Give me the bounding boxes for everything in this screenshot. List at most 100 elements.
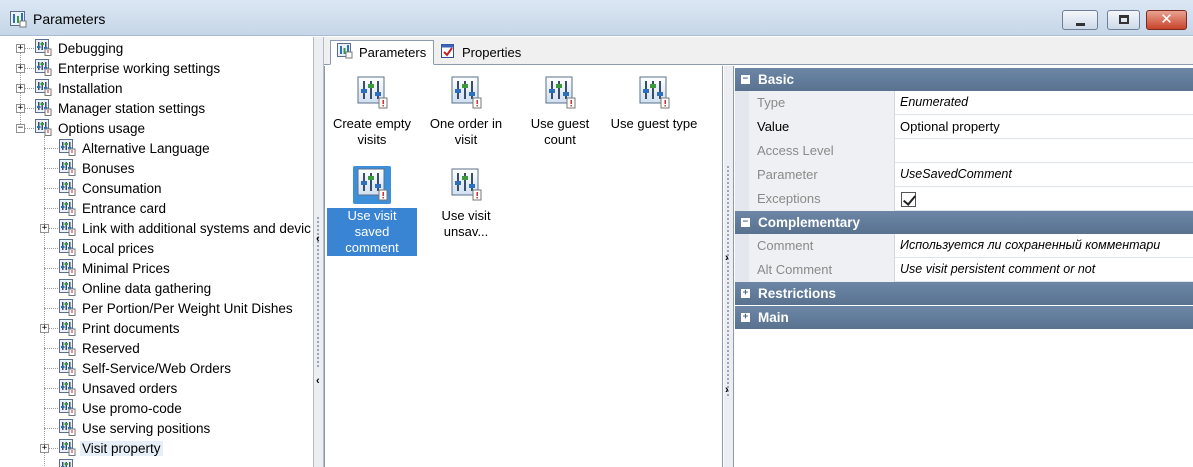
expand-icon[interactable]: + bbox=[16, 64, 25, 73]
tree-item[interactable]: Options usage bbox=[34, 118, 147, 138]
expand-icon[interactable]: + bbox=[741, 289, 750, 298]
category-main[interactable]: + Main bbox=[735, 306, 1193, 329]
tree-item-label: Options usage bbox=[58, 120, 146, 136]
property-row-exceptions[interactable]: Exceptions bbox=[735, 187, 1193, 211]
parameter-item[interactable]: One order in visit bbox=[421, 74, 511, 148]
tree-item-label: Print documents bbox=[82, 320, 180, 336]
property-row-access-level[interactable]: Access Level bbox=[735, 139, 1193, 163]
collapse-left-arrow-icon-2[interactable]: ‹ bbox=[316, 375, 320, 387]
tree-item-label: Self-Service/Web Orders bbox=[82, 360, 232, 376]
tree-item-label: Debugging bbox=[58, 40, 124, 56]
tab-parameters-label: Parameters bbox=[359, 45, 427, 60]
exceptions-checkbox[interactable] bbox=[901, 192, 916, 207]
tree-item[interactable]: Entrance card bbox=[58, 198, 168, 218]
tree-item[interactable]: Print documents bbox=[58, 318, 182, 338]
property-name: Comment bbox=[749, 234, 895, 258]
collapse-icon[interactable]: − bbox=[16, 124, 25, 133]
parameter-group-icon bbox=[58, 298, 76, 319]
property-row-type[interactable]: Type Enumerated bbox=[735, 91, 1193, 115]
parameter-group-icon bbox=[58, 198, 76, 219]
property-value-input[interactable]: Optional property bbox=[896, 115, 1193, 139]
parameter-group-icon bbox=[58, 138, 76, 159]
category-basic[interactable]: − Basic bbox=[735, 68, 1193, 91]
tree-item[interactable]: Reserved bbox=[58, 338, 142, 358]
parameter-item[interactable]: Use visit unsav... bbox=[421, 166, 511, 240]
expand-icon[interactable]: + bbox=[40, 444, 49, 453]
parameter-group-icon bbox=[58, 158, 76, 179]
tree-item[interactable]: Per Portion/Per Weight Unit Dishes bbox=[58, 298, 295, 318]
parameter-group-icon bbox=[58, 438, 76, 459]
parameter-item[interactable]: Create empty visits bbox=[327, 74, 417, 148]
tree-item-label: Visit property bbox=[80, 440, 163, 456]
collapse-left-arrow-icon[interactable]: ‹ bbox=[316, 233, 320, 245]
property-row-parameter[interactable]: Parameter UseSavedComment bbox=[735, 163, 1193, 187]
parameter-group-icon bbox=[58, 338, 76, 359]
tree-item[interactable]: Installation bbox=[34, 78, 125, 98]
maximize-button[interactable] bbox=[1107, 10, 1140, 30]
parameter-item-label: Use visit unsav... bbox=[441, 208, 491, 239]
expand-right-arrow-icon-2[interactable]: › bbox=[725, 384, 729, 396]
parameter-group-icon bbox=[34, 98, 52, 119]
parameter-item[interactable]: Use visit saved comment bbox=[327, 166, 417, 256]
expand-icon[interactable]: + bbox=[16, 104, 25, 113]
property-name: Exceptions bbox=[749, 187, 895, 211]
splitter-grip-2 bbox=[727, 166, 729, 396]
tree-item[interactable]: Enterprise working settings bbox=[34, 58, 222, 78]
parameter-item[interactable]: Use guest count bbox=[515, 74, 605, 148]
parameter-item-label: Use guest type bbox=[610, 116, 698, 131]
category-complementary[interactable]: − Complementary bbox=[735, 211, 1193, 234]
tree-item[interactable]: Visit property bbox=[58, 438, 163, 458]
tab-parameters[interactable]: Parameters bbox=[330, 40, 434, 65]
tree-item[interactable]: Manager station settings bbox=[34, 98, 207, 118]
expand-icon[interactable]: + bbox=[16, 84, 25, 93]
tab-properties-label: Properties bbox=[462, 45, 522, 60]
parameter-item-label: Use guest count bbox=[530, 116, 590, 147]
parameters-tab-icon bbox=[337, 43, 353, 62]
parameters-list[interactable]: Create empty visits One order in visit Use… bbox=[324, 66, 723, 467]
category-restrictions-label: Restrictions bbox=[758, 286, 837, 301]
property-name: Value bbox=[749, 115, 895, 139]
expand-icon[interactable]: + bbox=[741, 313, 750, 322]
tree-item[interactable]: Unsaved orders bbox=[58, 378, 179, 398]
expand-right-arrow-icon[interactable]: › bbox=[725, 252, 729, 264]
title-bar: Parameters ✕ bbox=[0, 0, 1193, 36]
parameter-group-icon bbox=[58, 278, 76, 299]
tree-item[interactable]: Local prices bbox=[58, 238, 156, 258]
tab-properties[interactable]: Properties bbox=[438, 40, 538, 65]
tree-item[interactable]: Use serving positions bbox=[58, 418, 212, 438]
tree-item[interactable]: Debugging bbox=[34, 38, 125, 58]
property-grid[interactable]: − Basic Type Enumerated Value Optional p… bbox=[735, 66, 1193, 467]
tree-item[interactable]: Consumation bbox=[58, 178, 164, 198]
parameter-item[interactable]: Use guest type bbox=[609, 74, 699, 132]
tree-item[interactable]: Minimal Prices bbox=[58, 258, 172, 278]
tree-item[interactable]: Use promo-code bbox=[58, 398, 184, 418]
tree-item-label: Online data gathering bbox=[82, 280, 212, 296]
collapse-icon[interactable]: − bbox=[741, 75, 750, 84]
minimize-button[interactable] bbox=[1062, 10, 1098, 30]
tree-item[interactable]: Alternative Language bbox=[58, 138, 212, 158]
tree-item[interactable]: Link with additional systems and devic bbox=[58, 218, 313, 238]
property-value: Enumerated bbox=[900, 95, 969, 109]
parameter-group-icon bbox=[34, 78, 52, 99]
close-button[interactable]: ✕ bbox=[1146, 10, 1187, 30]
property-row-value[interactable]: Value Optional property bbox=[735, 115, 1193, 139]
property-row-alt-comment[interactable]: Alt Comment Use visit persistent comment… bbox=[735, 258, 1193, 282]
collapse-icon[interactable]: − bbox=[741, 218, 750, 227]
expand-icon[interactable]: + bbox=[16, 44, 25, 53]
tree-item[interactable]: Bonuses bbox=[58, 158, 137, 178]
parameter-group-icon bbox=[34, 58, 52, 79]
tree-item[interactable]: Self-Service/Web Orders bbox=[58, 358, 233, 378]
property-name: Alt Comment bbox=[749, 258, 895, 282]
grid-splitter[interactable]: › › bbox=[724, 66, 734, 467]
tree-item-label: Unsaved orders bbox=[82, 380, 178, 396]
parameters-tree[interactable]: Debugging + Enterprise working settings + In… bbox=[0, 37, 313, 467]
property-row-comment[interactable]: Comment Используется ли сохраненный комм… bbox=[735, 234, 1193, 258]
expand-icon[interactable]: + bbox=[40, 324, 49, 333]
tree-item[interactable]: Online data gathering bbox=[58, 278, 213, 298]
parameter-group-icon bbox=[58, 418, 76, 439]
parameter-icon bbox=[541, 74, 579, 112]
category-restrictions[interactable]: + Restrictions bbox=[735, 282, 1193, 305]
tree-splitter[interactable]: ‹ ‹ bbox=[313, 37, 324, 467]
tree-item-cutoff[interactable] bbox=[58, 458, 76, 467]
expand-icon[interactable]: + bbox=[40, 224, 49, 233]
